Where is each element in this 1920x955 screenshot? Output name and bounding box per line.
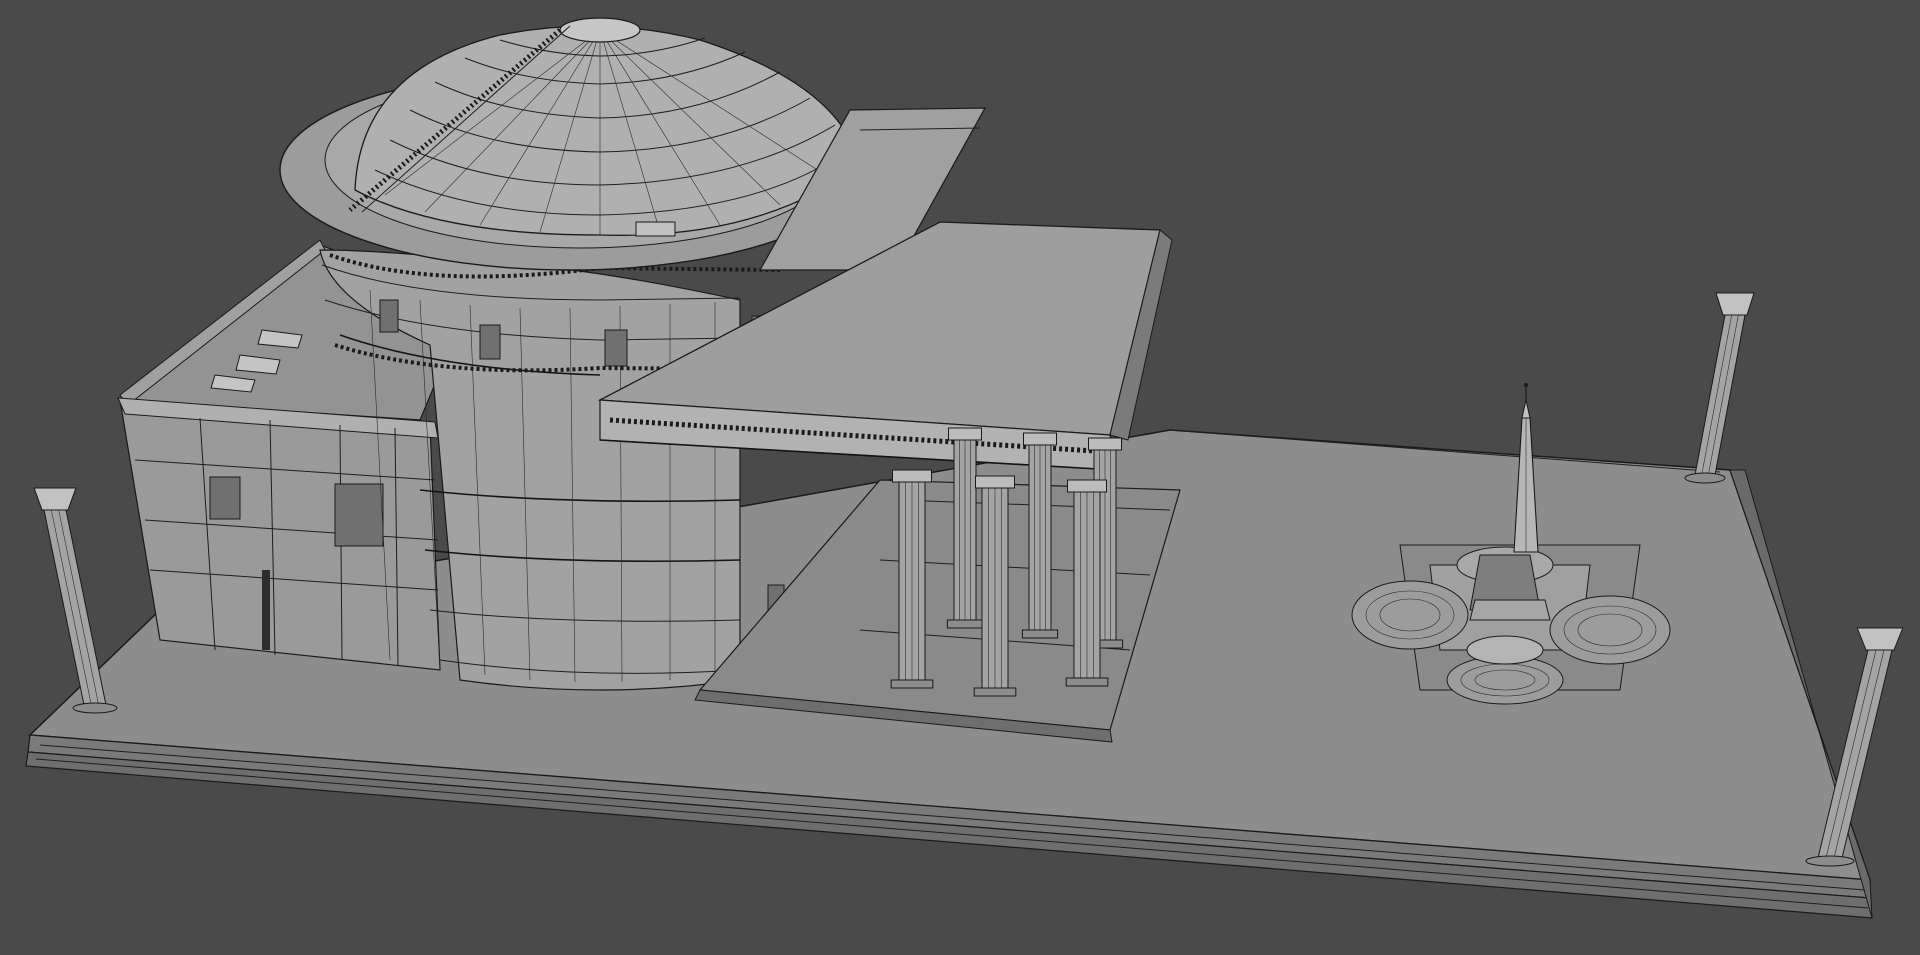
wireframe-scene[interactable] bbox=[0, 0, 1920, 955]
3d-viewport[interactable] bbox=[0, 0, 1920, 955]
corner-column-right-back bbox=[1684, 292, 1755, 484]
pantheon-dome bbox=[279, 17, 861, 271]
